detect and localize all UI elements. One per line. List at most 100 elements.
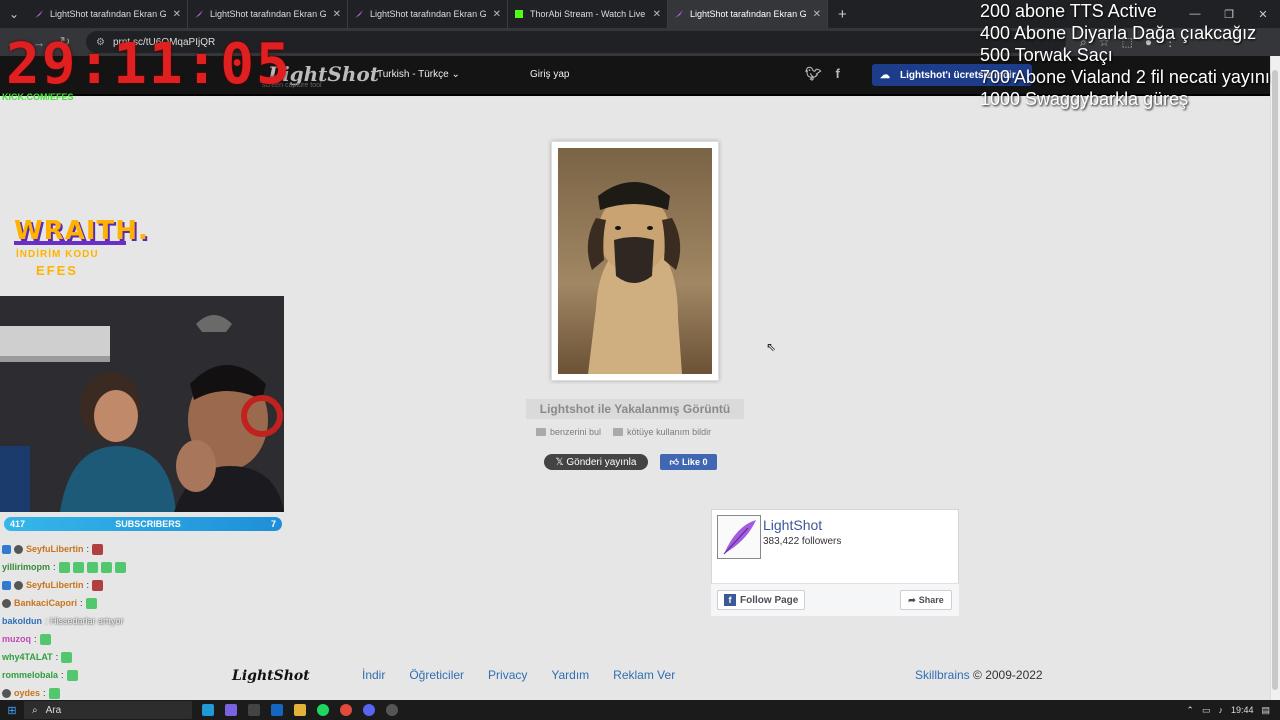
browser-tab[interactable]: LightShot tarafından Ekran Görü ✕ <box>348 0 508 28</box>
report-abuse-link[interactable]: kötüye kullanım bildir <box>613 427 711 437</box>
lightshot-feather-icon <box>355 10 363 18</box>
chat-user: muzoq <box>2 634 31 644</box>
chat-message: yillirimopm : <box>2 558 282 576</box>
search-icon: ⌕ <box>32 704 38 716</box>
emote-icon <box>100 561 112 573</box>
verified-badge-icon <box>2 544 11 554</box>
system-tray: ⌃ ▭ ♪ 19:44 ▤ <box>1186 700 1270 720</box>
emote-icon <box>85 597 97 609</box>
chat-text: : <box>61 670 64 680</box>
tab-title: LightShot tarafından Ekran Görü <box>210 9 327 19</box>
footer-link-download[interactable]: İndir <box>362 668 385 682</box>
notifications-icon[interactable]: ▤ <box>1261 705 1270 716</box>
chat-user: SeyfuLibertin <box>26 580 84 590</box>
footer-link-tutorials[interactable]: Öğreticiler <box>409 668 464 682</box>
tab-close-icon[interactable]: ✕ <box>493 9 501 20</box>
tab-close-icon[interactable]: ✕ <box>333 9 341 20</box>
lightshot-feather-icon <box>35 10 43 18</box>
browser-tab[interactable]: LightShot tarafından Ekran Görü ✕ <box>28 0 188 28</box>
screenshot-image[interactable] <box>558 148 712 374</box>
chat-user: yillirimopm <box>2 562 51 572</box>
network-icon[interactable]: ▭ <box>1202 705 1211 716</box>
tab-close-icon[interactable]: ✕ <box>653 9 661 20</box>
follow-page-label: Follow Page <box>740 594 799 606</box>
emote-icon <box>48 687 60 699</box>
footer-link-privacy[interactable]: Privacy <box>488 668 527 682</box>
x-logo-icon: 𝕏 <box>555 456 567 468</box>
image-actions: benzerini bul kötüye kullanım bildir <box>536 427 711 437</box>
footer-link-advertise[interactable]: Reklam Ver <box>613 668 675 682</box>
twitter-icon[interactable]: 🐦︎ <box>805 66 822 82</box>
chat-text: : <box>80 598 83 608</box>
goal-item: 1000 Swaggybarkla güreş <box>980 89 1189 109</box>
scrollbar-thumb[interactable] <box>1272 70 1278 690</box>
chat-user: rommelobala <box>2 670 59 680</box>
language-selector[interactable]: Turkish - Türkçe ⌄ <box>377 69 460 80</box>
skillbrains-link[interactable]: Skillbrains <box>915 668 970 682</box>
tab-close-icon[interactable]: ✕ <box>813 9 821 20</box>
outlook-icon[interactable] <box>271 704 283 716</box>
discord-icon[interactable] <box>363 704 375 716</box>
clock[interactable]: 19:44 <box>1231 705 1254 715</box>
stream-chat: SeyfuLibertin : yillirimopm : SeyfuLiber… <box>2 540 282 702</box>
kick-channel-label: KICK.COM/EFES <box>2 92 74 102</box>
emote-icon <box>72 561 84 573</box>
sub-badge-icon <box>14 580 23 590</box>
facebook-like-button[interactable]: 👍︎ Like 0 <box>660 454 717 470</box>
tray-chevron-icon[interactable]: ⌃ <box>1186 705 1194 716</box>
goal-item: 500 Torwak Saçı <box>980 45 1113 65</box>
sponsor-code: EFES <box>36 263 78 278</box>
lightshot-avatar[interactable] <box>717 515 761 559</box>
store-icon[interactable] <box>248 704 260 716</box>
camera-icon <box>536 428 546 436</box>
chat-text: : <box>55 652 59 662</box>
flag-icon <box>613 428 624 436</box>
kick-icon <box>515 10 523 18</box>
goal-item: 700 Abone Vialand 2 fil necati yayını <box>980 67 1270 87</box>
browser-tab-active[interactable]: LightShot tarafından Ekran Görü ✕ <box>668 0 828 28</box>
chat-user: why4TALAT <box>2 652 53 662</box>
explorer-icon[interactable] <box>294 704 306 716</box>
new-tab-button[interactable]: + <box>838 6 847 23</box>
stream-timer: 29:11:05 <box>6 32 292 97</box>
goal-item: 200 abone TTS Active <box>980 1 1157 21</box>
volume-icon[interactable]: ♪ <box>1218 705 1223 715</box>
windows-start-icon[interactable]: ⊞ <box>0 704 24 717</box>
edge-icon[interactable] <box>202 704 214 716</box>
browser-tab[interactable]: LightShot tarafından Ekran Görü ✕ <box>188 0 348 28</box>
sponsor-subtitle: İNDİRİM KODU <box>16 249 99 260</box>
subscriber-goals: 200 abone TTS Active 400 Abone Diyarla D… <box>980 0 1270 110</box>
chrome-icon[interactable] <box>340 704 352 716</box>
copilot-icon[interactable] <box>225 704 237 716</box>
sub-badge-icon <box>2 598 11 608</box>
obs-icon[interactable] <box>386 704 398 716</box>
spotify-icon[interactable] <box>317 704 329 716</box>
tab-title: ThorAbi Stream - Watch Live or <box>530 9 647 19</box>
find-similar-link[interactable]: benzerini bul <box>536 427 601 437</box>
subscriber-label: SUBSCRIBERS <box>115 519 181 529</box>
page-title: Lightshot ile Yakalanmış Görüntü <box>526 399 744 419</box>
webcam-feed <box>0 296 284 512</box>
subscriber-count: 417 <box>10 519 26 529</box>
tab-close-icon[interactable]: ✕ <box>173 9 181 20</box>
tab-search-icon[interactable]: ⌄ <box>0 0 28 28</box>
subscriber-goal: 7 <box>270 519 276 529</box>
x-post-button[interactable]: 𝕏 Gönderi yayınla <box>544 454 648 470</box>
tab-title: LightShot tarafından Ekran Görü <box>690 9 807 19</box>
mouse-cursor-icon: ⇖ <box>766 340 777 354</box>
footer-nav: İndir Öğreticiler Privacy Yardım Reklam … <box>362 668 675 682</box>
facebook-page-name[interactable]: LightShot <box>763 517 822 533</box>
share-button[interactable]: ➦ Share <box>900 590 952 610</box>
taskbar-search[interactable]: ⌕ Ara <box>24 701 192 719</box>
follow-page-button[interactable]: f Follow Page <box>717 590 805 610</box>
emote-icon <box>92 543 104 555</box>
chat-text: : <box>53 562 56 572</box>
footer-link-help[interactable]: Yardım <box>551 668 589 682</box>
copyright: Skillbrains © 2009-2022 <box>915 668 1043 682</box>
tab-title: LightShot tarafından Ekran Görü <box>50 9 167 19</box>
taskbar-apps <box>202 704 398 716</box>
facebook-icon[interactable]: f <box>836 66 840 82</box>
chat-message: SeyfuLibertin : <box>2 576 282 594</box>
login-link[interactable]: Giriş yap <box>530 69 569 80</box>
browser-tab[interactable]: ThorAbi Stream - Watch Live or ✕ <box>508 0 668 28</box>
